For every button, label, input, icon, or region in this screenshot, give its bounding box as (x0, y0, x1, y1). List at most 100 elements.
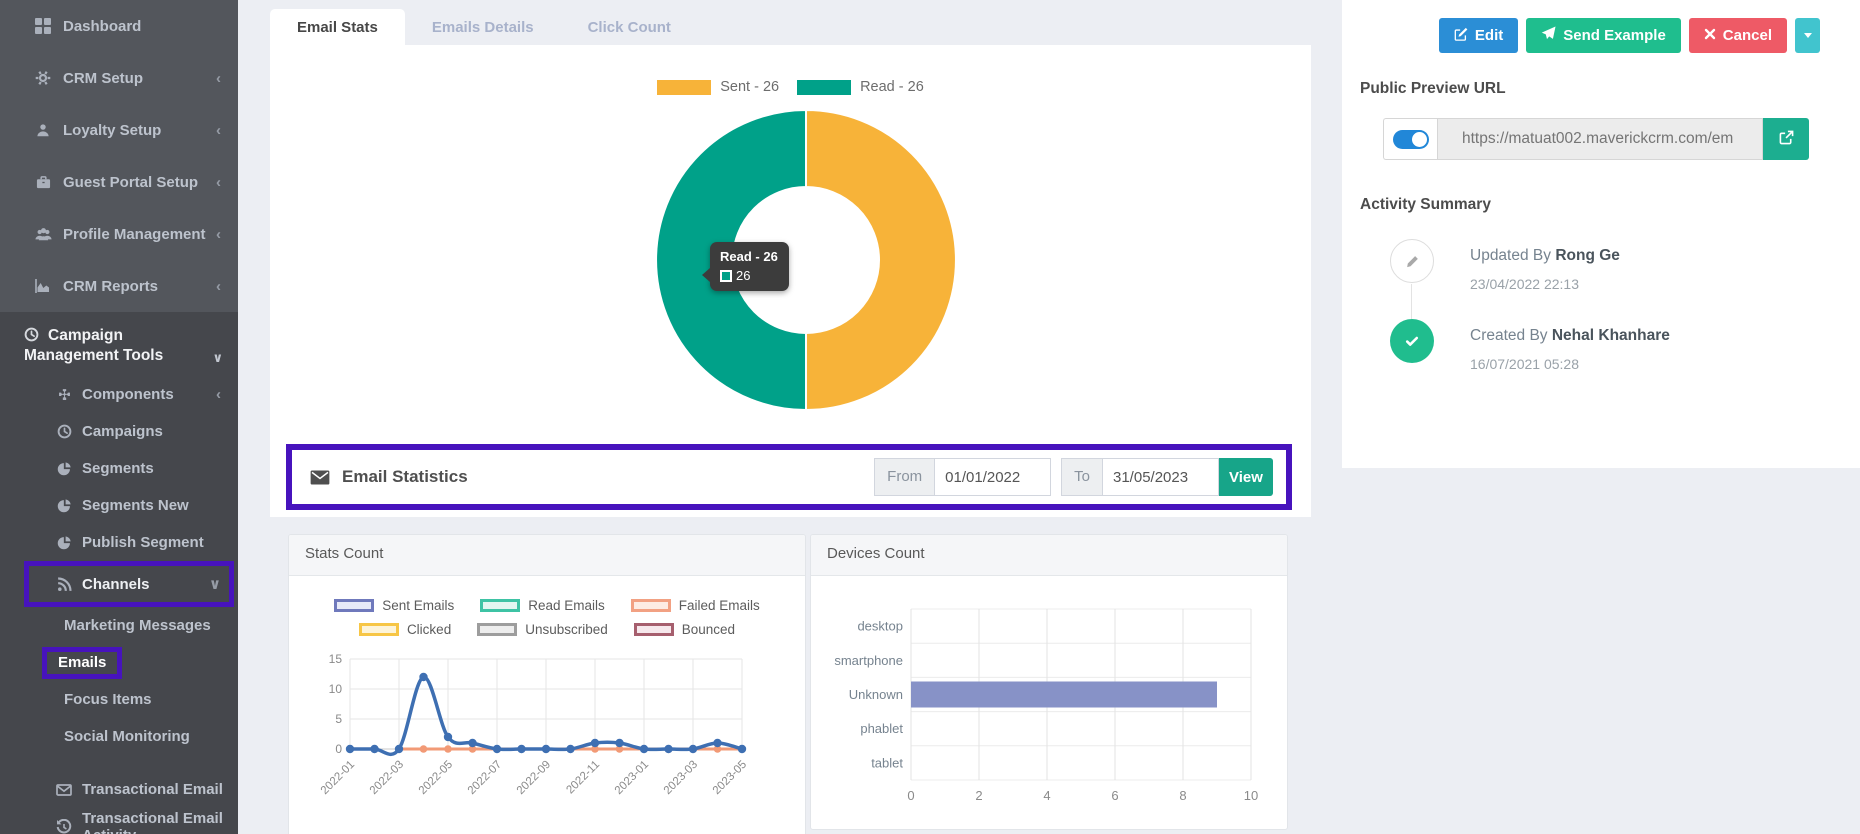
sidebar-item-transactional-email-activity[interactable]: Transactional Email Activity (0, 808, 238, 834)
legend-item-bounced[interactable]: Bounced (633, 622, 736, 637)
activity-entry-created: Created By Nehal Khanhare (1470, 327, 1670, 345)
sidebar-section-label: Campaign Management Tools (24, 327, 164, 364)
data-point (419, 672, 428, 682)
legend-row: Clicked Unsubscribed Bounced (289, 622, 805, 637)
legend-item-unsubscribed[interactable]: Unsubscribed (477, 622, 608, 637)
legend-item-read-26[interactable]: Read - 26 (797, 79, 924, 95)
x-axis-label: 6 (1111, 788, 1118, 803)
preview-url-input[interactable] (1437, 118, 1763, 160)
activity-date-updated: 23/04/2022 22:13 (1470, 276, 1579, 292)
to-label: To (1061, 458, 1103, 496)
preview-toggle[interactable] (1383, 118, 1437, 160)
data-point (443, 732, 453, 742)
legend-swatch (358, 623, 399, 636)
category-label: Unknown (849, 687, 903, 702)
sidebar-item-crm-reports[interactable]: CRM Reports ‹ (0, 260, 238, 312)
legend-item-read-emails[interactable]: Read Emails (480, 598, 605, 613)
dashboard-icon (34, 18, 52, 34)
tooltip-value: 26 (736, 268, 751, 283)
legend-item-failed-emails[interactable]: Failed Emails (630, 598, 760, 613)
external-link-icon (1779, 130, 1794, 148)
chevron-left-icon: ‹ (216, 69, 221, 87)
sidebar-item-crm-setup[interactable]: CRM Setup ‹ (0, 52, 238, 104)
view-button[interactable]: View (1219, 458, 1273, 496)
legend-item-sent-26[interactable]: Sent - 26 (657, 79, 779, 95)
edit-button[interactable]: Edit (1438, 18, 1519, 53)
sidebar-item-components[interactable]: Components ‹ (0, 376, 238, 413)
legend-swatch (477, 623, 518, 636)
x-axis-label: 2022-09 (515, 759, 553, 797)
pencil-icon (1390, 239, 1434, 283)
x-axis-label: 2022-01 (319, 759, 357, 797)
sidebar-item-social-monitoring[interactable]: Social Monitoring (0, 718, 238, 755)
chevron-down-icon: ∨ (212, 350, 223, 365)
sidebar-item-segments[interactable]: Segments (0, 450, 238, 487)
activity-action: Updated By (1470, 247, 1551, 264)
sidebar-item-focus-items[interactable]: Focus Items (0, 681, 238, 718)
tab-email-stats[interactable]: Email Stats (270, 9, 405, 45)
x-icon (1704, 27, 1716, 44)
x-axis-label: 10 (1244, 788, 1258, 803)
x-axis-label: 2 (975, 788, 982, 803)
donut-legend: Sent - 26 Read - 26 (270, 79, 1311, 95)
category-label: phablet (860, 721, 903, 736)
sidebar-item-label: Social Monitoring (64, 728, 190, 745)
sidebar-item-campaigns[interactable]: Campaigns (0, 413, 238, 450)
tooltip-title: Read - 26 (720, 249, 778, 264)
public-preview-url-group (1383, 118, 1809, 160)
tab-click-count[interactable]: Click Count (561, 9, 698, 45)
x-axis-label: 0 (907, 788, 914, 803)
devices-count-panel: Devices Count 0 2 4 6 8 10 desktop smartphone Un… (810, 534, 1288, 830)
sidebar-item-loyalty-setup[interactable]: Loyalty Setup ‹ (0, 104, 238, 156)
data-point (688, 744, 698, 754)
caret-down-icon (1803, 33, 1812, 38)
y-axis-label: 5 (335, 712, 342, 726)
x-axis-label: 2022-03 (368, 759, 406, 797)
legend-label: Sent - 26 (720, 79, 780, 95)
legend-item-clicked[interactable]: Clicked (358, 622, 451, 637)
sidebar-item-publish-segment[interactable]: Publish Segment (0, 524, 238, 561)
sidebar-item-channels[interactable]: Channels ∨ (24, 561, 234, 607)
x-axis-label: 2023-03 (662, 759, 700, 797)
devices-bar-chart: 0 2 4 6 8 10 desktop smartphone Unknown phablet ta… (834, 608, 1258, 803)
data-point (664, 744, 673, 754)
tab-emails-details[interactable]: Emails Details (405, 9, 561, 45)
legend-item-sent-emails[interactable]: Sent Emails (334, 598, 454, 613)
legend-label: Unsubscribed (525, 622, 608, 637)
send-example-label: Send Example (1563, 27, 1666, 44)
sidebar-item-label: Marketing Messages (64, 617, 211, 634)
sidebar-item-marketing-messages[interactable]: Marketing Messages (0, 607, 238, 644)
legend-swatch (657, 79, 712, 95)
sidebar-item-segments-new[interactable]: Segments New (0, 487, 238, 524)
category-label: tablet (871, 755, 903, 770)
open-link-button[interactable] (1763, 118, 1809, 160)
users-icon (34, 226, 52, 243)
data-point (713, 738, 722, 748)
chevron-left-icon: ‹ (216, 121, 221, 139)
app-screen: Dashboard CRM Setup ‹ Loyalty Setup ‹ Guest P… (0, 0, 1860, 834)
clock-icon (56, 424, 72, 439)
sidebar-item-transactional-email[interactable]: Transactional Email (0, 771, 238, 808)
from-date-input[interactable] (935, 458, 1052, 496)
sidebar-item-emails[interactable]: Emails (0, 644, 238, 681)
legend-swatch (633, 623, 674, 636)
y-axis-label: 15 (329, 652, 343, 666)
sidebar-item-dashboard[interactable]: Dashboard (0, 0, 238, 52)
more-options-button[interactable] (1795, 18, 1820, 53)
legend-row: Sent Emails Read Emails Failed Emails (289, 598, 805, 613)
to-date-input[interactable] (1103, 458, 1219, 496)
sidebar-item-profile-management[interactable]: Profile Management ‹ (0, 208, 238, 260)
envelope-icon (56, 782, 72, 798)
email-statistics-heading: Email Statistics (310, 467, 468, 487)
sidebar-item-campaign-management-tools[interactable]: Campaign Management Tools ∨ (0, 312, 238, 376)
send-example-button[interactable]: Send Example (1526, 18, 1681, 53)
devices-count-title: Devices Count (811, 535, 1287, 576)
sidebar-item-guest-portal-setup[interactable]: Guest Portal Setup ‹ (0, 156, 238, 208)
cancel-button[interactable]: Cancel (1688, 18, 1787, 53)
chevron-left-icon: ‹ (216, 225, 221, 243)
tab-bar: Email Stats Emails Details Click Count (270, 9, 698, 45)
legend-label: Bounced (681, 622, 736, 637)
sidebar-item-label: Transactional Email Activity (82, 809, 223, 834)
data-point (492, 744, 502, 754)
tooltip-swatch (720, 269, 732, 282)
